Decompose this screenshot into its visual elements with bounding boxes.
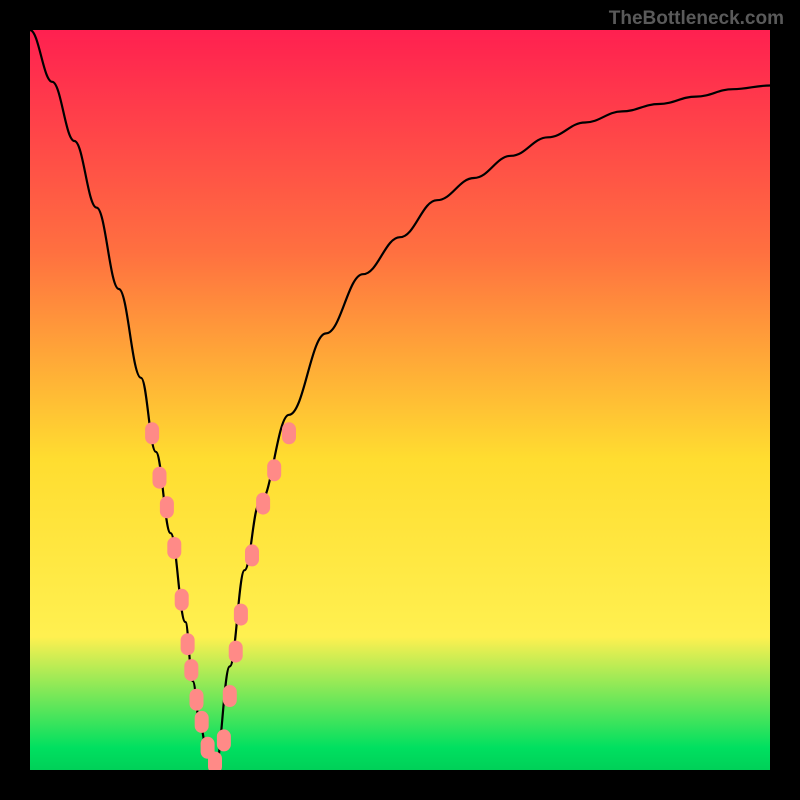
data-marker (208, 752, 222, 770)
marker-group (145, 422, 296, 770)
curve-overlay (30, 30, 770, 770)
data-marker (160, 496, 174, 518)
data-marker (195, 711, 209, 733)
data-marker (234, 604, 248, 626)
data-marker (267, 459, 281, 481)
data-marker (184, 659, 198, 681)
data-marker (167, 537, 181, 559)
data-marker (229, 641, 243, 663)
data-marker (282, 422, 296, 444)
data-marker (223, 685, 237, 707)
chart-frame (30, 30, 770, 770)
watermark: TheBottleneck.com (609, 8, 784, 30)
data-marker (245, 544, 259, 566)
data-marker (145, 422, 159, 444)
data-marker (190, 689, 204, 711)
data-marker (181, 633, 195, 655)
bottleneck-curve (30, 30, 770, 770)
data-marker (175, 589, 189, 611)
data-marker (153, 467, 167, 489)
data-marker (256, 493, 270, 515)
data-marker (217, 729, 231, 751)
